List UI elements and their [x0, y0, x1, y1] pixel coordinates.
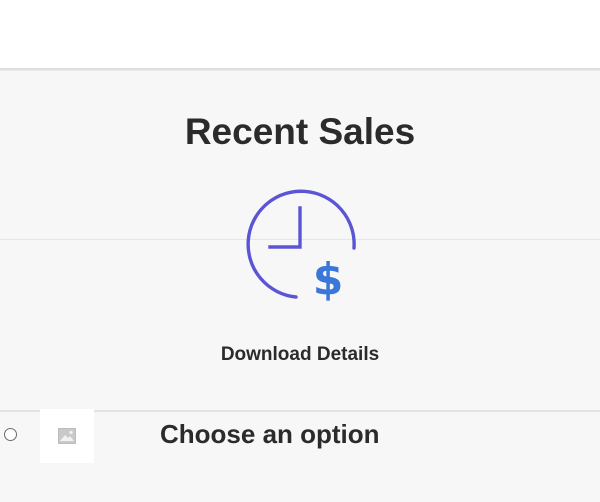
- clock-dollar-icon[interactable]: $: [240, 186, 364, 305]
- option-thumbnail: [40, 409, 94, 463]
- option-label[interactable]: Choose an option: [160, 418, 380, 450]
- page: Recent Sales $ Download Details Choose a…: [0, 0, 600, 502]
- option-radio[interactable]: [4, 428, 17, 441]
- clock-hands: [268, 206, 302, 249]
- top-bar: [0, 0, 600, 68]
- download-details-link[interactable]: Download Details: [0, 343, 600, 367]
- page-title: Recent Sales: [184, 111, 416, 152]
- image-placeholder-icon: [58, 428, 76, 444]
- dollar-sign: $: [313, 254, 344, 302]
